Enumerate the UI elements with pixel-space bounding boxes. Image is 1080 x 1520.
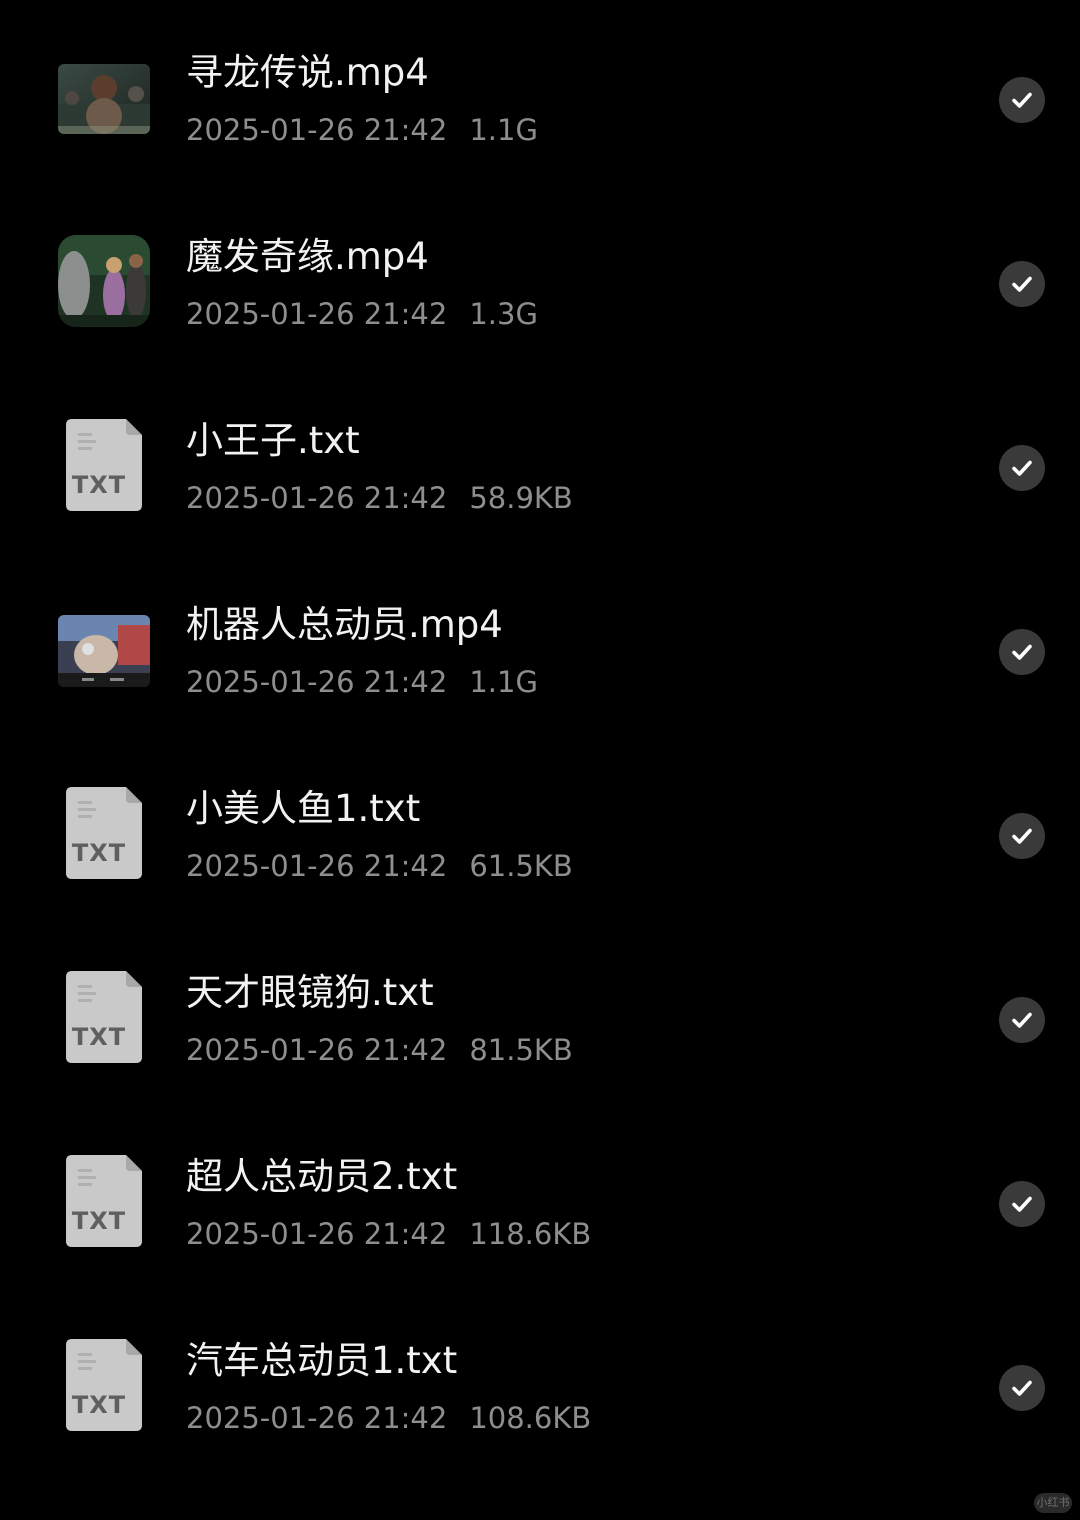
file-row-2[interactable]: TXT 小王子.txt 2025-01-26 21:42 58.9KB: [0, 372, 1080, 556]
file-meta: 2025-01-26 21:42 81.5KB: [186, 1030, 573, 1070]
file-date: 2025-01-26 21:42: [186, 297, 448, 331]
check-icon[interactable]: [999, 77, 1045, 123]
check-icon[interactable]: [999, 445, 1045, 491]
txt-file-icon: TXT: [66, 1155, 142, 1247]
file-meta: 2025-01-26 21:42 108.6KB: [186, 1398, 591, 1438]
txt-file-icon: TXT: [66, 1339, 142, 1431]
file-meta: 2025-01-26 21:42 58.9KB: [186, 478, 573, 518]
check-icon[interactable]: [999, 997, 1045, 1043]
file-meta: 2025-01-26 21:42 1.1G: [186, 662, 538, 702]
file-size: 58.9KB: [469, 481, 573, 515]
file-date: 2025-01-26 21:42: [186, 1401, 448, 1435]
file-size: 1.3G: [469, 297, 538, 331]
file-date: 2025-01-26 21:42: [186, 481, 448, 515]
file-name: 寻龙传说.mp4: [186, 51, 429, 94]
file-date: 2025-01-26 21:42: [186, 113, 448, 147]
txt-file-icon: TXT: [66, 971, 142, 1063]
file-name: 小美人鱼1.txt: [186, 787, 421, 830]
file-meta: 2025-01-26 21:42 118.6KB: [186, 1214, 591, 1254]
file-date: 2025-01-26 21:42: [186, 849, 448, 883]
watermark-logo: 小红书: [1034, 1493, 1072, 1513]
file-size: 61.5KB: [469, 849, 573, 883]
file-size: 81.5KB: [469, 1033, 573, 1067]
txt-icon-label: TXT: [71, 1391, 127, 1419]
file-size: 1.1G: [469, 113, 538, 147]
file-name: 魔发奇缘.mp4: [186, 235, 429, 278]
file-date: 2025-01-26 21:42: [186, 1217, 448, 1251]
file-row-7[interactable]: TXT 汽车总动员1.txt 2025-01-26 21:42 108.6KB: [0, 1292, 1080, 1476]
txt-file-icon: TXT: [66, 419, 142, 511]
video-thumbnail-icon: [58, 235, 150, 327]
file-meta: 2025-01-26 21:42 61.5KB: [186, 846, 573, 886]
file-name: 天才眼镜狗.txt: [186, 971, 434, 1014]
check-icon[interactable]: [999, 261, 1045, 307]
video-thumbnail-icon: [58, 615, 150, 687]
file-name: 机器人总动员.mp4: [186, 603, 503, 646]
file-row-5[interactable]: TXT 天才眼镜狗.txt 2025-01-26 21:42 81.5KB: [0, 924, 1080, 1108]
txt-icon-label: TXT: [71, 1023, 127, 1051]
txt-icon-label: TXT: [71, 471, 127, 499]
file-size: 108.6KB: [469, 1401, 592, 1435]
file-row-1[interactable]: 魔发奇缘.mp4 2025-01-26 21:42 1.3G: [0, 188, 1080, 372]
check-icon[interactable]: [999, 1181, 1045, 1227]
file-row-0[interactable]: 寻龙传说.mp4 2025-01-26 21:42 1.1G: [0, 4, 1080, 188]
file-date: 2025-01-26 21:42: [186, 665, 448, 699]
txt-icon-label: TXT: [71, 839, 127, 867]
file-name: 小王子.txt: [186, 419, 360, 462]
txt-icon-label: TXT: [71, 1207, 127, 1235]
file-name: 汽车总动员1.txt: [186, 1339, 458, 1382]
file-meta: 2025-01-26 21:42 1.1G: [186, 110, 538, 150]
file-size: 118.6KB: [469, 1217, 592, 1251]
check-icon[interactable]: [999, 629, 1045, 675]
video-thumbnail-icon: [58, 64, 150, 134]
file-row-6[interactable]: TXT 超人总动员2.txt 2025-01-26 21:42 118.6KB: [0, 1108, 1080, 1292]
txt-file-icon: TXT: [66, 787, 142, 879]
file-size: 1.1G: [469, 665, 538, 699]
check-icon[interactable]: [999, 1365, 1045, 1411]
file-row-3[interactable]: 机器人总动员.mp4 2025-01-26 21:42 1.1G: [0, 556, 1080, 740]
file-name: 超人总动员2.txt: [186, 1155, 458, 1198]
file-date: 2025-01-26 21:42: [186, 1033, 448, 1067]
file-meta: 2025-01-26 21:42 1.3G: [186, 294, 538, 334]
file-row-4[interactable]: TXT 小美人鱼1.txt 2025-01-26 21:42 61.5KB: [0, 740, 1080, 924]
file-list: 寻龙传说.mp4 2025-01-26 21:42 1.1G 魔发奇缘.mp4 2…: [0, 0, 1080, 1520]
check-icon[interactable]: [999, 813, 1045, 859]
